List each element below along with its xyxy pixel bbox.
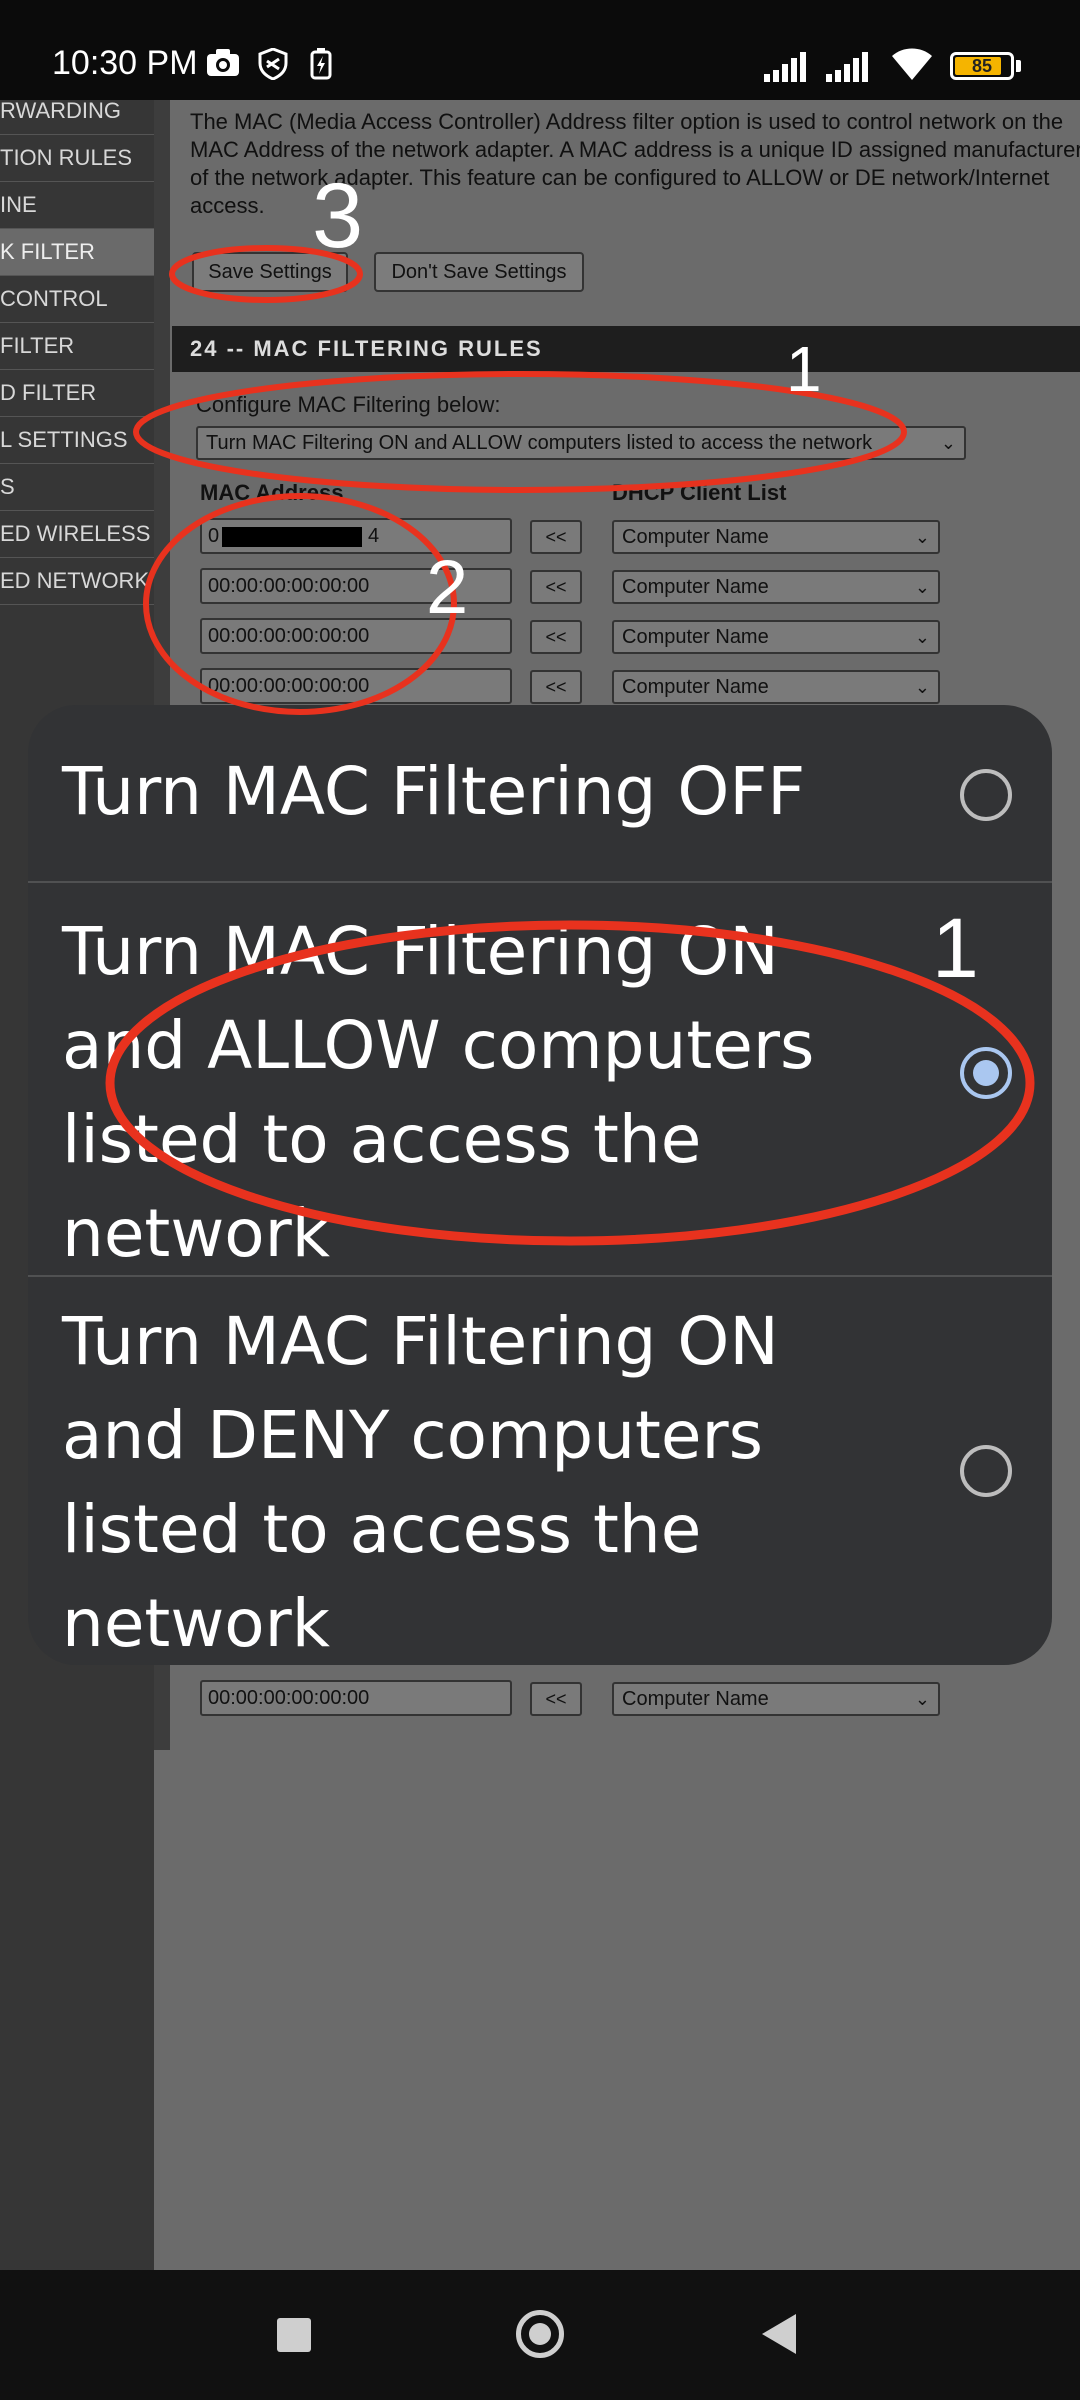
back-button[interactable] — [762, 2314, 796, 2354]
annotation-number: 1 — [786, 333, 822, 405]
annotation-number: 3 — [312, 165, 364, 267]
home-button[interactable] — [516, 2310, 564, 2358]
recents-button[interactable] — [277, 2318, 311, 2352]
system-nav-bar — [0, 2270, 1080, 2400]
home-icon — [529, 2323, 551, 2345]
annotation-number: 2 — [426, 545, 469, 630]
annotation-number: 1 — [932, 901, 979, 995]
annotation-ellipse-mac — [143, 493, 457, 715]
annotation-overlay — [105, 245, 1035, 1246]
annotation-ellipse-allow-option — [105, 920, 1035, 1246]
